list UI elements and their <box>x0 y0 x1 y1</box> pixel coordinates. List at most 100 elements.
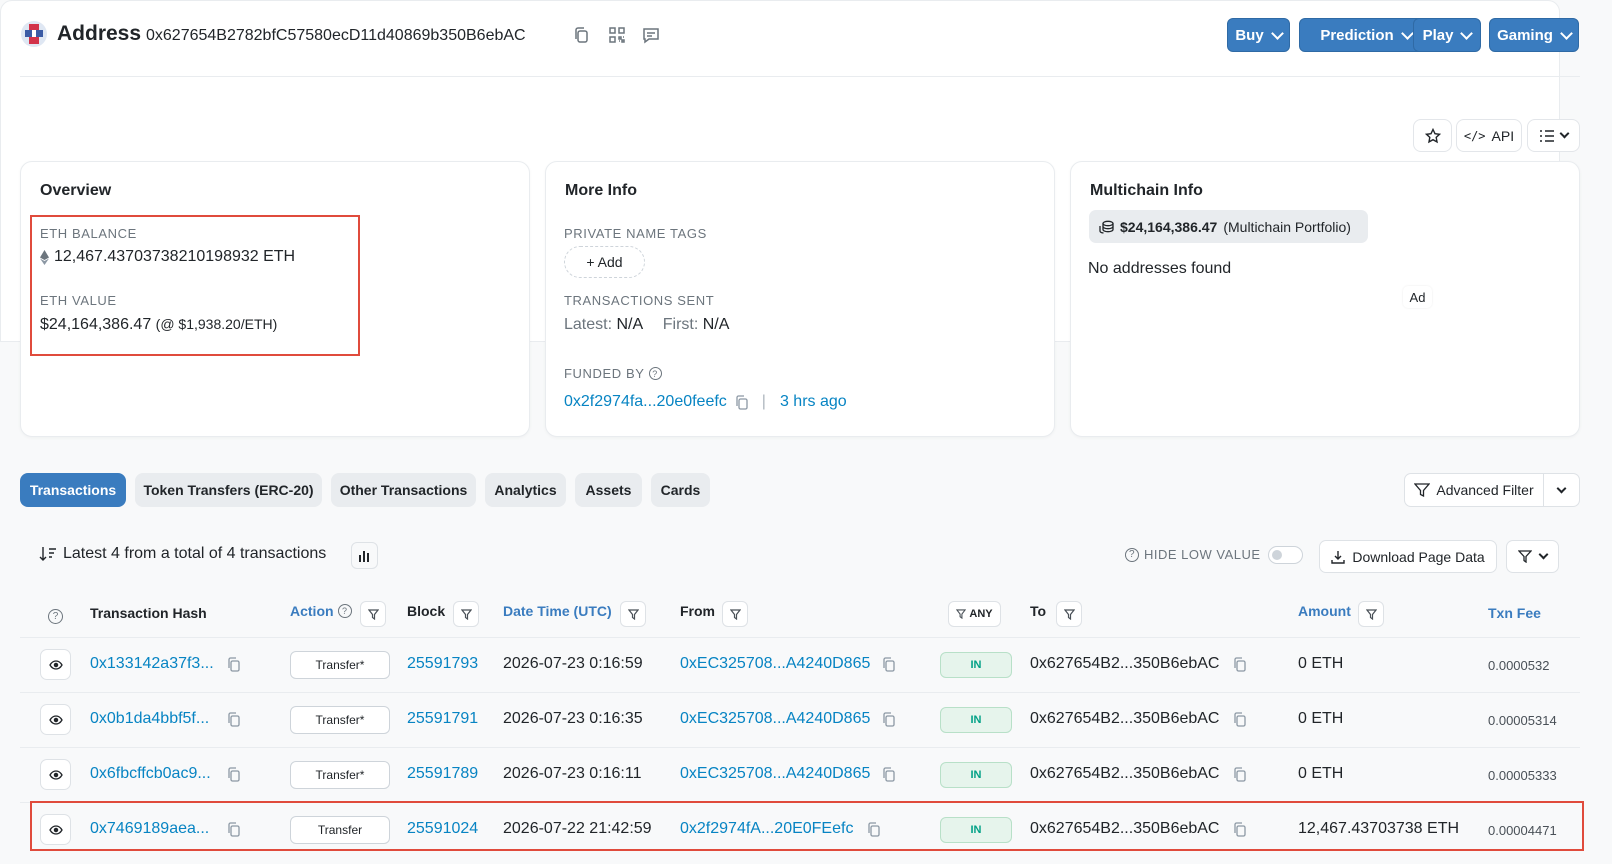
transaction-hash-link[interactable]: 0x6fbcffcb0ac9... <box>90 765 211 783</box>
help-icon: ? <box>337 604 352 618</box>
funded-by-row: 0x2f2974fa...20e0feefc | 3 hrs ago <box>564 393 847 411</box>
chevron-down-icon <box>1270 26 1284 40</box>
filter-icon <box>1518 550 1532 563</box>
copy-icon[interactable] <box>227 767 240 782</box>
block-filter-button[interactable] <box>453 601 479 627</box>
overview-title: Overview <box>40 182 112 199</box>
header-amount[interactable]: Amount <box>1298 603 1351 619</box>
txn-fee-cell: 0.0000532 <box>1488 658 1550 673</box>
block-link[interactable]: 25591791 <box>407 710 478 728</box>
tab-analytics[interactable]: Analytics <box>485 473 566 507</box>
tab-assets[interactable]: Assets <box>575 473 642 507</box>
copy-icon[interactable] <box>1233 767 1246 782</box>
header-from: From <box>680 603 715 619</box>
header-datetime[interactable]: Date Time (UTC) <box>503 603 612 619</box>
add-tag-button[interactable]: + Add <box>564 246 645 278</box>
copy-icon[interactable] <box>882 712 895 727</box>
copy-icon[interactable] <box>882 767 895 782</box>
table-filter-button[interactable] <box>1506 540 1559 573</box>
eye-icon <box>48 714 63 725</box>
eth-value-label: ETH VALUE <box>40 293 117 308</box>
amount-filter-button[interactable] <box>1358 601 1384 627</box>
list-icon <box>1540 129 1554 142</box>
star-icon <box>1424 127 1441 143</box>
block-link[interactable]: 25591789 <box>407 765 478 783</box>
datetime-cell: 2026-07-23 0:16:59 <box>503 655 643 672</box>
copy-icon[interactable] <box>1233 712 1246 727</box>
multichain-portfolio-button[interactable]: $24,164,386.47 (Multichain Portfolio) <box>1089 210 1368 243</box>
tab-cards[interactable]: Cards <box>651 473 710 507</box>
filter-icon <box>1414 483 1431 497</box>
favorite-button[interactable] <box>1413 119 1452 152</box>
filter-icon <box>1063 608 1075 620</box>
chevron-down-icon <box>1400 26 1414 40</box>
tx-sent-label: TRANSACTIONS SENT <box>564 293 715 308</box>
block-link[interactable]: 25591793 <box>407 655 478 673</box>
from-address-link[interactable]: 0xEC325708...A4240D865 <box>680 710 870 728</box>
to-filter-button[interactable] <box>1056 601 1082 627</box>
gaming-button[interactable]: Gaming <box>1489 18 1579 52</box>
copy-icon[interactable] <box>572 26 592 46</box>
direction-filter-button[interactable]: ANY <box>948 601 1001 627</box>
copy-icon[interactable] <box>882 657 895 672</box>
datetime-cell: 2026-07-23 0:16:35 <box>503 710 643 727</box>
transaction-hash-link[interactable]: 0x0b1da4bbf5f... <box>90 710 209 728</box>
comment-icon[interactable] <box>642 26 662 46</box>
to-address: 0x627654B2...350B6ebAC <box>1030 655 1220 672</box>
advanced-filter-button[interactable]: Advanced Filter <box>1404 473 1544 507</box>
download-page-data-button[interactable]: Download Page Data <box>1319 540 1497 573</box>
from-address-link[interactable]: 0xEC325708...A4240D865 <box>680 765 870 783</box>
ethereum-icon <box>40 249 49 265</box>
copy-icon <box>736 394 748 410</box>
from-address-link[interactable]: 0xEC325708...A4240D865 <box>680 655 870 673</box>
copy-icon[interactable] <box>227 712 240 727</box>
to-address: 0x627654B2...350B6ebAC <box>1030 710 1220 727</box>
header-txn-fee[interactable]: Txn Fee <box>1488 605 1541 621</box>
list-options-button[interactable] <box>1527 119 1580 152</box>
row-details-button[interactable] <box>40 704 71 735</box>
download-icon <box>1331 550 1346 564</box>
funded-time-link[interactable]: 3 hrs ago <box>780 393 847 411</box>
copy-icon[interactable] <box>227 657 240 672</box>
buy-button[interactable]: Buy <box>1227 18 1290 52</box>
row-details-button[interactable] <box>40 759 71 790</box>
header-action[interactable]: Action ? <box>290 603 352 619</box>
chart-view-button[interactable] <box>351 542 378 569</box>
page-title: Address <box>57 22 142 45</box>
header-divider <box>20 76 1580 77</box>
qr-code-icon[interactable] <box>608 26 628 46</box>
funded-by-address[interactable]: 0x2f2974fa...20e0feefc <box>564 393 727 411</box>
transaction-hash-link[interactable]: 0x133142a37f3... <box>90 655 214 673</box>
header-to: To <box>1030 603 1047 619</box>
tab-other-transactions[interactable]: Other Transactions <box>331 473 476 507</box>
action-filter-button[interactable] <box>360 601 386 627</box>
filter-icon <box>460 608 472 620</box>
amount-cell: 0 ETH <box>1298 655 1344 672</box>
help-icon: ? <box>648 367 662 380</box>
bar-chart-icon <box>359 551 369 562</box>
chevron-down-icon <box>1560 26 1573 40</box>
direction-badge: IN <box>940 762 1012 788</box>
row-divider <box>20 692 1580 693</box>
direction-badge: IN <box>940 652 1012 678</box>
help-icon: ? <box>1125 547 1139 562</box>
copy-icon[interactable] <box>1233 657 1246 672</box>
row-info-help-icon[interactable]: ? <box>48 606 63 624</box>
eye-icon <box>48 659 63 670</box>
tab-token-transfers[interactable]: Token Transfers (ERC-20) <box>135 473 322 507</box>
row-details-button[interactable] <box>40 649 71 680</box>
datetime-filter-button[interactable] <box>620 601 646 627</box>
eye-icon <box>48 769 63 780</box>
api-button[interactable]: </> API <box>1456 119 1522 152</box>
tx-sent-values: Latest: N/A First: N/A <box>564 316 730 333</box>
chevron-down-icon <box>1460 26 1474 40</box>
play-button[interactable]: Play <box>1413 18 1481 52</box>
advanced-filter-dropdown[interactable] <box>1543 473 1580 507</box>
amount-cell: 0 ETH <box>1298 765 1344 782</box>
tab-transactions[interactable]: Transactions <box>20 473 126 507</box>
filter-icon <box>1365 608 1377 620</box>
eth-price: (@ $1,938.20/ETH) <box>155 316 278 332</box>
hide-low-value-toggle[interactable] <box>1268 546 1303 564</box>
from-filter-button[interactable] <box>722 601 748 627</box>
no-addresses-text: No addresses found <box>1088 260 1232 277</box>
